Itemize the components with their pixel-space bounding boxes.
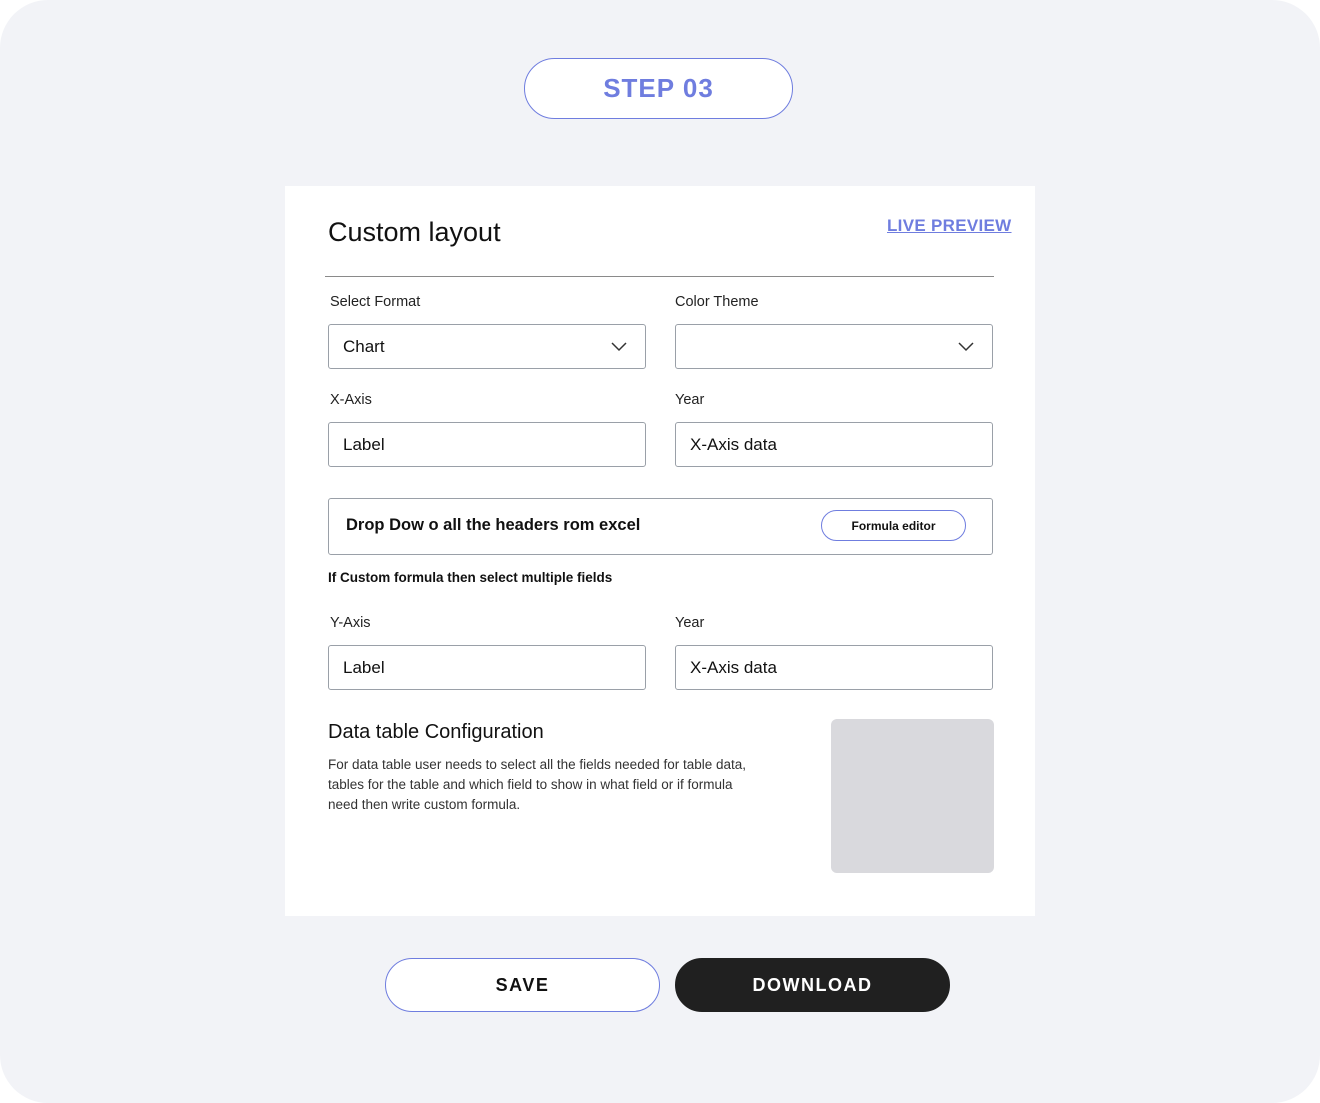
x-axis-value: Label <box>343 434 385 454</box>
title-divider <box>325 276 994 277</box>
chevron-down-icon <box>958 342 974 352</box>
step-indicator: STEP 03 <box>524 58 793 119</box>
select-format-dropdown[interactable]: Chart <box>328 324 646 369</box>
x-axis-label: X-Axis <box>330 392 372 408</box>
chevron-down-icon <box>611 342 627 352</box>
formula-editor-button[interactable]: Formula editor <box>821 510 966 541</box>
y-year-input[interactable]: X-Axis data <box>675 645 993 690</box>
x-year-value: X-Axis data <box>690 434 777 454</box>
data-table-title: Data table Configuration <box>328 721 544 743</box>
save-button[interactable]: SAVE <box>385 958 660 1012</box>
page-background: STEP 03 Custom layout LIVE PREVIEW Selec… <box>0 0 1320 1103</box>
step-label: STEP 03 <box>603 73 714 103</box>
data-table-description: For data table user needs to select all … <box>328 757 747 812</box>
x-year-input[interactable]: X-Axis data <box>675 422 993 467</box>
custom-layout-card: Custom layout LIVE PREVIEW Select Format… <box>285 186 1035 916</box>
live-preview-link[interactable]: LIVE PREVIEW <box>887 216 1012 236</box>
y-axis-value: Label <box>343 657 385 677</box>
x-axis-input[interactable]: Label <box>328 422 646 467</box>
y-axis-input[interactable]: Label <box>328 645 646 690</box>
custom-formula-hint: If Custom formula then select multiple f… <box>328 570 613 585</box>
headers-dropdown[interactable]: Drop Dow o all the headers rom excel For… <box>328 498 993 555</box>
x-year-label: Year <box>675 392 705 408</box>
y-year-value: X-Axis data <box>690 657 777 677</box>
headers-dropdown-text: Drop Dow o all the headers rom excel <box>346 516 641 534</box>
select-format-value: Chart <box>343 336 385 356</box>
y-axis-label: Y-Axis <box>330 615 371 631</box>
select-format-label: Select Format <box>330 294 421 310</box>
color-theme-label: Color Theme <box>675 294 759 310</box>
download-button[interactable]: DOWNLOAD <box>675 958 950 1012</box>
preview-image-placeholder <box>831 719 994 873</box>
y-year-label: Year <box>675 615 705 631</box>
color-theme-dropdown[interactable] <box>675 324 993 369</box>
card-title: Custom layout <box>328 217 501 247</box>
